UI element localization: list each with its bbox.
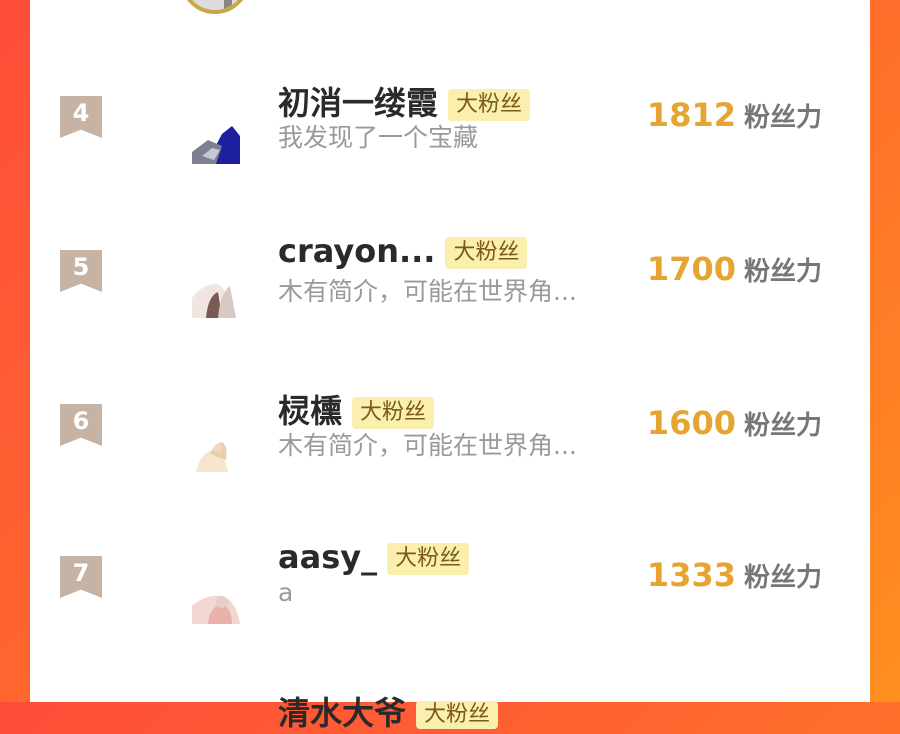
- user-bio: 木有简介，可能在世界角...: [278, 277, 577, 306]
- user-bio: 木有简介，可能在世界角...: [278, 431, 577, 460]
- fan-power-score: 1333 粉丝力: [647, 556, 822, 594]
- fan-tag-badge: 大粉丝: [448, 89, 531, 121]
- fan-tag-badge: 大粉丝: [445, 237, 528, 269]
- avatar[interactable]: [192, 116, 240, 164]
- username: 清水大爷: [278, 694, 407, 732]
- score-unit: 粉丝力: [743, 410, 822, 441]
- avatar[interactable]: [180, 0, 250, 14]
- score-value: 1600: [646, 404, 736, 442]
- leaderboard-row[interactable]: 4 初消一缕霞 大粉丝 我发现了一个宝藏 1812 粉丝力: [30, 84, 870, 226]
- score-unit: 粉丝力: [743, 256, 822, 287]
- rank-badge: 6: [60, 404, 102, 446]
- score-unit: 粉丝力: [743, 562, 822, 593]
- fan-power-score: 1700 粉丝力: [647, 250, 822, 288]
- user-bio: a: [278, 578, 294, 607]
- rank-badge: 7: [60, 556, 102, 598]
- username[interactable]: aasy_ 大粉丝: [278, 538, 470, 576]
- avatar[interactable]: [192, 270, 240, 318]
- avatar[interactable]: [192, 576, 240, 624]
- leaderboard-row[interactable]: 5 crayon... 大粉丝 木有简介，可能在世界角... 1700 粉丝力: [30, 232, 870, 380]
- score-value: 1700: [646, 250, 736, 288]
- avatar[interactable]: [192, 424, 240, 472]
- leaderboard-row[interactable]: 6 棂櫄 大粉丝 木有简介，可能在世界角... 1600 粉丝力: [30, 392, 870, 534]
- fan-tag-badge: 大粉丝: [352, 397, 435, 429]
- rank-badge: 5: [60, 250, 102, 292]
- leaderboard-panel: 4 初消一缕霞 大粉丝 我发现了一个宝藏 1812 粉丝力 5 crayon..…: [30, 0, 870, 732]
- score-value: 1812: [646, 96, 736, 134]
- rank-badge: 4: [60, 96, 102, 138]
- score-unit: 粉丝力: [743, 102, 822, 133]
- username[interactable]: crayon... 大粉丝: [278, 232, 528, 270]
- user-bio: 我发现了一个宝藏: [278, 123, 479, 152]
- leaderboard-row-partial[interactable]: 清水大爷 大粉丝: [278, 688, 499, 734]
- fan-tag-badge: 大粉丝: [387, 543, 470, 575]
- leaderboard-row[interactable]: 7 aasy_ 大粉丝 a 1333 粉丝力: [30, 538, 870, 686]
- fan-tag-badge: 大粉丝: [416, 701, 499, 729]
- score-value: 1333: [646, 556, 736, 594]
- fan-power-score: 1600 粉丝力: [647, 404, 822, 442]
- fan-power-score: 1812 粉丝力: [647, 96, 822, 134]
